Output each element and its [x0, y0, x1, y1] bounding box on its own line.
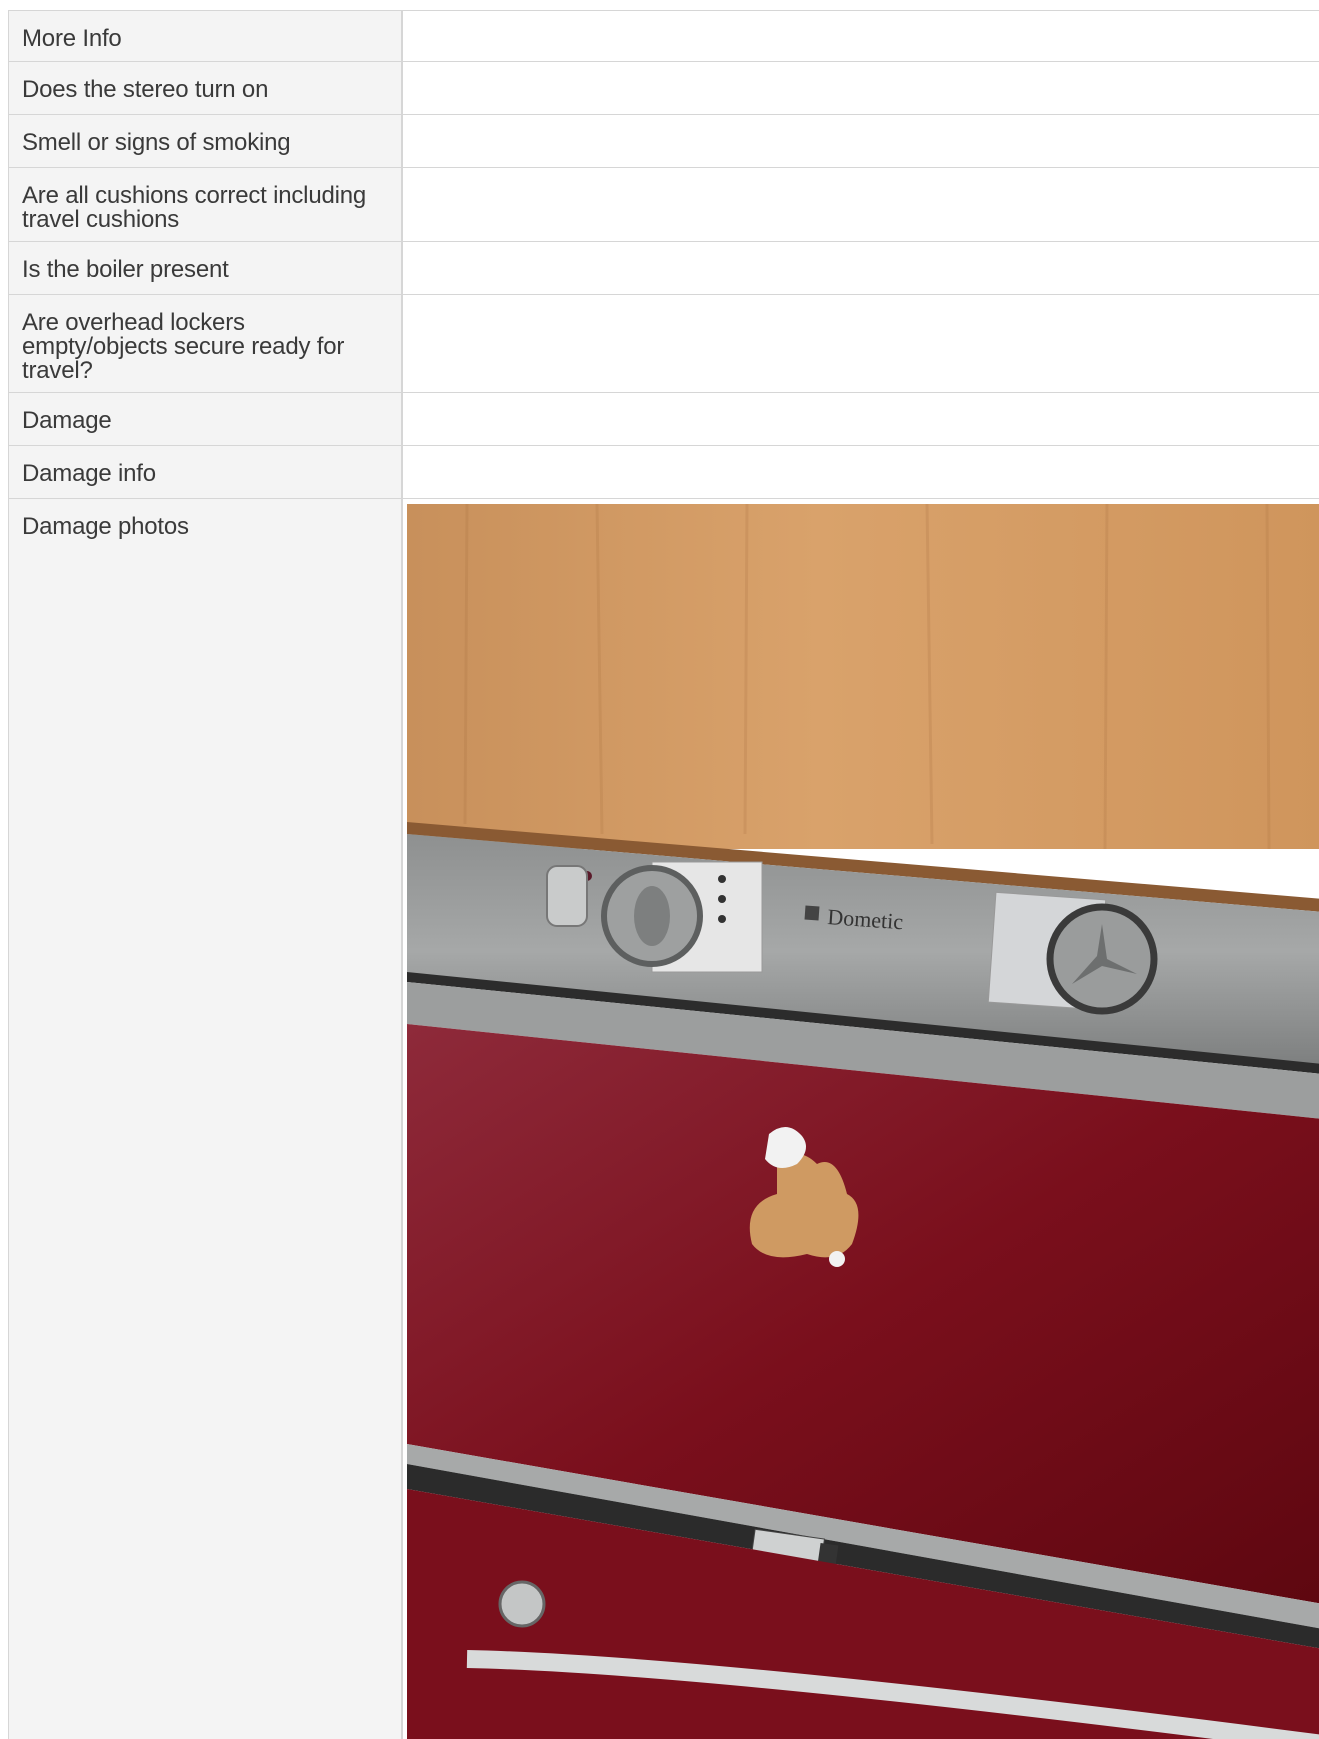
mains-dot-icon — [718, 895, 726, 903]
brand-label: Dometic — [827, 904, 905, 934]
table-row: Does the stereo turn on — [8, 62, 1319, 115]
table-row: Smell or signs of smoking — [8, 115, 1319, 168]
row-value-damage-photos: Dometic — [403, 499, 1319, 1739]
mode-knob-grip — [634, 886, 670, 946]
row-label-damage-photos: Damage photos — [8, 499, 403, 1739]
row-value-boiler — [403, 242, 1319, 294]
row-label-cushions: Are all cushions correct including trave… — [8, 168, 403, 241]
table-row: Are overhead lockers empty/objects secur… — [8, 295, 1319, 393]
battery-dot-icon — [718, 915, 726, 923]
table-row: Damage info — [8, 446, 1319, 499]
row-label-smoking: Smell or signs of smoking — [8, 115, 403, 167]
row-label-damage: Damage — [8, 393, 403, 445]
table-row: Damage — [8, 393, 1319, 446]
row-value-cushions — [403, 168, 1319, 241]
table-row: Is the boiler present — [8, 242, 1319, 295]
table-row: Damage photos Dometic — [8, 499, 1319, 1739]
row-value-damage-info — [403, 446, 1319, 498]
row-value-damage — [403, 393, 1319, 445]
wood-panel — [407, 504, 1319, 849]
row-value-smoking — [403, 115, 1319, 167]
table-row: More Info — [8, 11, 1319, 62]
switch-button-icon — [546, 865, 588, 927]
row-label-damage-info: Damage info — [8, 446, 403, 498]
damage-photo[interactable]: Dometic — [407, 504, 1319, 1739]
brand-logo-icon — [804, 905, 820, 921]
damage-chip-speck — [829, 1251, 845, 1267]
row-label-stereo: Does the stereo turn on — [8, 62, 403, 114]
row-label-boiler: Is the boiler present — [8, 242, 403, 294]
inspection-table: More Info Does the stereo turn on Smell … — [8, 10, 1319, 1739]
table-row: Are all cushions correct including trave… — [8, 168, 1319, 242]
row-value-stereo — [403, 62, 1319, 114]
row-label-more-info: More Info — [8, 11, 403, 61]
row-label-lockers: Are overhead lockers empty/objects secur… — [8, 295, 403, 392]
row-value-lockers — [403, 295, 1319, 392]
rail-mount-icon — [498, 1580, 546, 1628]
gas-dot-icon — [718, 875, 726, 883]
row-value-more-info — [403, 11, 1319, 61]
